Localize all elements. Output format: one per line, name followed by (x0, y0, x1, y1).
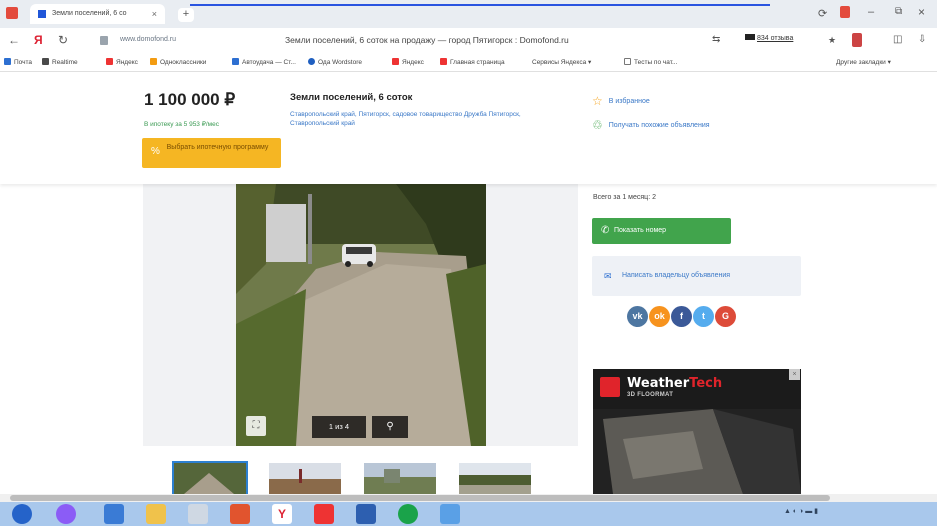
bookmark-item[interactable]: Яндекс (392, 58, 424, 66)
bookmarks-bar: Почта Realtime Яндекс Одноклассники Авто… (0, 54, 937, 72)
google-icon[interactable]: G (715, 306, 736, 327)
lock-icon (100, 36, 108, 45)
advertisement-banner[interactable]: WeatherTech 3D FLOORMAT (593, 369, 801, 494)
seller-stats: Всего за 1 месяц: 2 (593, 194, 656, 201)
reviews-label: 834 отзыва (757, 35, 794, 42)
back-icon[interactable]: ← (8, 33, 20, 47)
taskbar: Y ▲ ◐ ◑ ▬ ▮ (0, 502, 937, 526)
overlay-link-underline (190, 0, 770, 6)
extensions-icon[interactable]: ◫ (893, 34, 902, 45)
envelope-icon: ✉ (604, 271, 612, 281)
address-bar: ← Я ↻ www.domofond.ru Земли поселений, 6… (0, 28, 937, 54)
floormat-image (593, 409, 801, 494)
bookmark-item[interactable]: Realtime (42, 58, 78, 66)
yandex-icon[interactable]: Я (34, 33, 43, 47)
yandex-taskbar-icon[interactable]: Y (272, 504, 292, 524)
bell-icon: ♲ (592, 118, 603, 132)
domofond-favicon-icon (38, 10, 46, 18)
listing-sticky-header: 1 100 000 ₽ В ипотеку за 5 953 ₽/мес % В… (0, 72, 937, 184)
edge-icon[interactable] (104, 504, 124, 524)
facebook-icon[interactable]: f (671, 306, 692, 327)
phone-icon: ✆ (601, 225, 610, 236)
chrome-icon[interactable] (398, 504, 418, 524)
bookmark-item[interactable]: Сервисы Яндекса ▾ (532, 58, 591, 66)
yandex-browser-icon[interactable] (314, 504, 334, 524)
word-icon[interactable] (356, 504, 376, 524)
browser-tab-bar: Земли поселений, 6 со × + ⟳ – ⧉ × (0, 0, 937, 28)
bookmark-item[interactable]: Почта (4, 58, 32, 66)
translate-icon[interactable]: ⇆ (712, 34, 720, 45)
bookmark-item[interactable]: Автоудача — Ст... (232, 58, 296, 66)
fullscreen-button[interactable]: ⛶ (246, 416, 266, 436)
close-window-icon[interactable]: × (918, 5, 925, 19)
tab-title: Земли поселений, 6 со (52, 10, 127, 17)
photo-thumbnail[interactable] (459, 463, 531, 494)
main-photo[interactable] (236, 184, 486, 446)
close-tab-icon[interactable]: × (152, 4, 157, 24)
photo-counter: 1 из 4 (312, 416, 366, 438)
store-icon[interactable] (188, 504, 208, 524)
explorer-icon[interactable] (146, 504, 166, 524)
mortgage-estimate[interactable]: В ипотеку за 5 953 ₽/мес (144, 120, 219, 128)
photo-thumbnail[interactable] (364, 463, 436, 494)
bookmark-item[interactable]: Ода Wordstore (308, 58, 362, 66)
extension-icon[interactable] (840, 6, 850, 18)
maximize-icon[interactable]: ⧉ (895, 6, 902, 17)
favorites-label: В избранное (608, 98, 650, 105)
system-tray[interactable]: ▲ ◐ ◑ ▬ ▮ (784, 507, 818, 515)
photo-thumbnail[interactable] (269, 463, 341, 494)
bookmark-icon[interactable]: ★ (828, 35, 836, 46)
vk-icon[interactable]: vk (627, 306, 648, 327)
choose-mortgage-button[interactable]: % Выбрать ипотечную программу (142, 138, 281, 168)
weathertech-logo-icon (600, 377, 620, 397)
add-to-favorites-link[interactable]: ☆ В избранное (592, 94, 650, 108)
listing-address[interactable]: Ставропольский край, Пятигорск, садовое … (290, 110, 550, 128)
reviews-badge[interactable]: 834 отзыва (745, 34, 793, 42)
ad-close-icon[interactable]: × (789, 369, 800, 380)
page-title: Земли поселений, 6 соток на продажу — го… (285, 35, 569, 45)
url-field[interactable]: www.domofond.ru (120, 36, 176, 43)
bookmark-item[interactable]: Тесты по чат... (624, 58, 677, 66)
media-icon[interactable] (230, 504, 250, 524)
odnoklassniki-icon[interactable]: ok (649, 306, 670, 327)
show-phone-button[interactable]: ✆ Показать номер (592, 218, 731, 244)
write-owner-label: Написать владельцу объявления (622, 272, 731, 279)
downloads-icon[interactable]: ⟳ (818, 7, 827, 20)
star-icon: ☆ (592, 94, 603, 108)
twitter-icon[interactable]: t (693, 306, 714, 327)
new-tab-button[interactable]: + (178, 8, 194, 22)
ad-brand: WeatherTech (627, 376, 723, 391)
profile-icon[interactable] (852, 33, 862, 47)
similar-label: Получать похожие объявления (608, 122, 710, 129)
photo-thumbnail[interactable] (172, 461, 248, 496)
write-owner-button[interactable]: ✉ Написать владельцу объявления (592, 256, 801, 296)
bookmark-item[interactable]: Яндекс (106, 58, 138, 66)
browser-tab[interactable]: Земли поселений, 6 со × (30, 4, 165, 24)
page-content: ⛶ 1 из 4 ⚲ Всего за 1 месяц: 2 ✆ Показат… (0, 184, 937, 496)
cortana-icon[interactable] (56, 504, 76, 524)
listing-title: Земли поселений, 6 соток (290, 92, 413, 103)
bookmark-item[interactable]: Другие закладки ▾ (836, 58, 891, 66)
price: 1 100 000 ₽ (144, 90, 235, 110)
subscribe-similar-link[interactable]: ♲ Получать похожие объявления (592, 118, 710, 132)
browser-menu-icon[interactable] (6, 7, 18, 19)
mortgage-button-label: Выбрать ипотечную программу (166, 144, 269, 151)
bookmark-item[interactable]: Одноклассники (150, 58, 206, 66)
zoom-icon[interactable]: ⚲ (372, 416, 408, 438)
road-photo (236, 184, 486, 446)
bookmark-item[interactable]: Главная страница (440, 58, 505, 66)
start-icon[interactable] (12, 504, 32, 524)
social-share: vk ok f t G (627, 306, 737, 330)
minimize-icon[interactable]: – (868, 6, 874, 18)
ad-subtitle: 3D FLOORMAT (627, 392, 674, 398)
show-phone-label: Показать номер (614, 227, 667, 234)
app-icon[interactable] (440, 504, 460, 524)
price-value: 1 100 000 ₽ (144, 90, 236, 109)
percent-icon: % (151, 146, 160, 157)
download-arrow-icon[interactable]: ⇩ (918, 34, 926, 45)
reload-icon[interactable]: ↻ (58, 33, 68, 47)
scrollbar-thumb[interactable] (10, 495, 830, 501)
horizontal-scrollbar[interactable] (0, 494, 937, 502)
